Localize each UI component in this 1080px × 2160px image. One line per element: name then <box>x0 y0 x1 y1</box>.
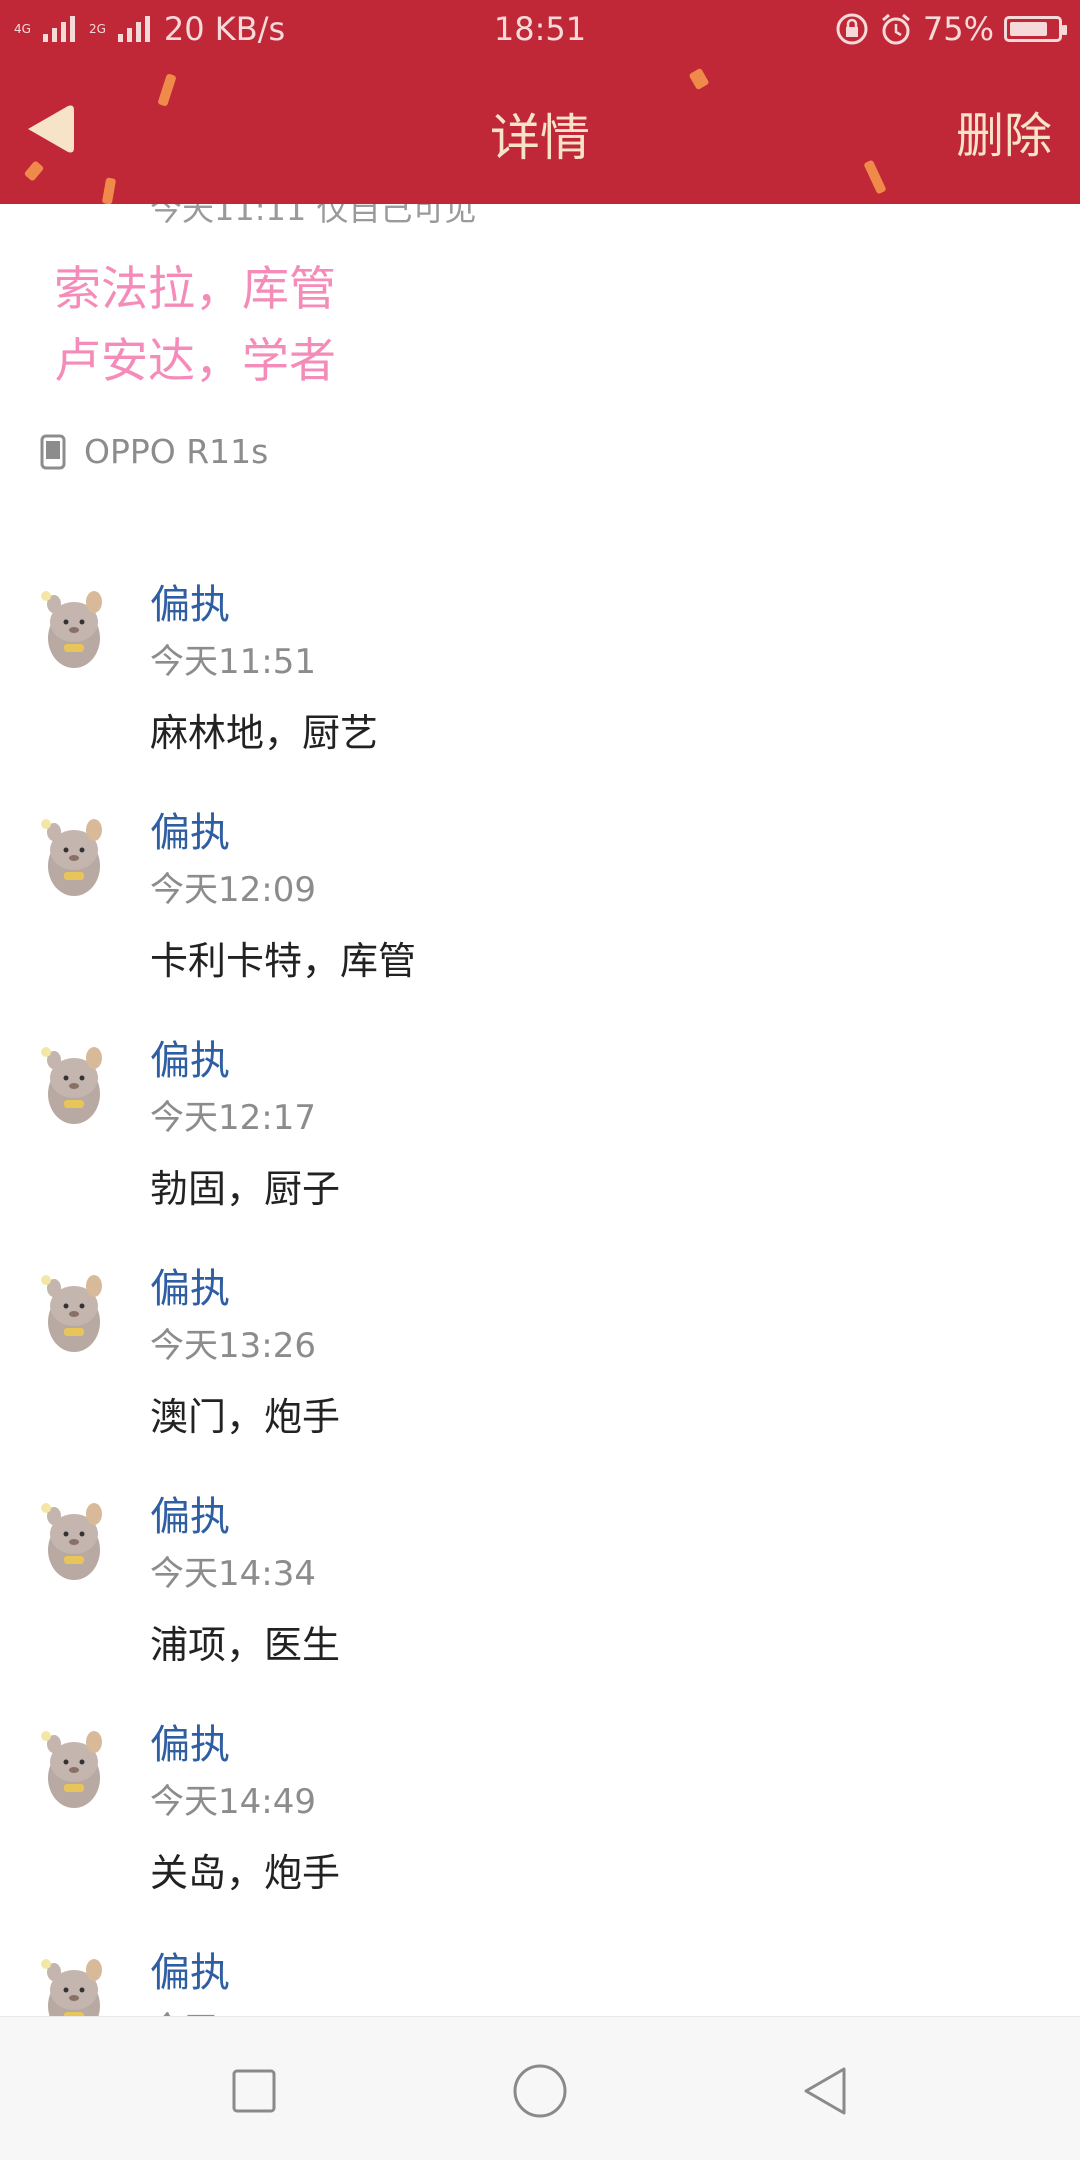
commenter-name[interactable]: 偏执 <box>150 1940 230 1998</box>
post-meta-cut-off: 今天11:11 仅自己可见 <box>150 204 477 228</box>
circle-icon[interactable] <box>504 2055 576 2127</box>
avatar[interactable] <box>34 1266 116 1362</box>
triangle-back-icon[interactable] <box>790 2055 862 2127</box>
comment-time: 今天15:17 <box>150 2002 316 2016</box>
page-title: 详情 <box>490 109 590 167</box>
comment-item[interactable]: 偏执 今天11:51 麻林地，厨艺 <box>0 572 1080 800</box>
status-bar: 4G 2G 20 KB/s 18:51 75% <box>0 0 1080 56</box>
post-line: 卢安达，学者 <box>54 334 336 389</box>
avatar[interactable] <box>34 810 116 906</box>
comment-item[interactable]: 偏执 今天14:49 关岛，炮手 <box>0 1712 1080 1940</box>
comment-time: 今天14:49 <box>150 1782 316 1822</box>
comment-text: 卡利卡特，库管 <box>150 939 417 983</box>
comment-list: 偏执 今天11:51 麻林地，厨艺 偏执 今天12:09 卡利卡特，库管 偏执 … <box>0 572 1080 2016</box>
battery-icon <box>1004 16 1067 42</box>
delete-button[interactable]: 删除 <box>956 96 1052 166</box>
avatar[interactable] <box>34 1038 116 1134</box>
detail-content: 今天11:11 仅自己可见 索法拉，库管 卢安达，学者 OPPO R11s 偏执… <box>0 204 1080 2016</box>
navigation-bar <box>0 2016 1080 2160</box>
comment-text: 关岛，炮手 <box>150 1851 341 1895</box>
device-info: OPPO R11s <box>40 432 268 471</box>
header: 4G 2G 20 KB/s 18:51 75% 详情 删除 <box>0 0 1080 204</box>
avatar[interactable] <box>34 1950 116 2016</box>
comment-text: 勃固，厨子 <box>150 1167 341 1211</box>
square-icon[interactable] <box>218 2055 290 2127</box>
comment-text: 麻林地，厨艺 <box>150 711 379 755</box>
title-bar: 详情 删除 <box>0 56 1080 204</box>
commenter-name[interactable]: 偏执 <box>150 1028 230 1086</box>
comment-item[interactable]: 偏执 今天12:09 卡利卡特，库管 <box>0 800 1080 1028</box>
phone-icon <box>40 434 66 469</box>
comment-time: 今天14:34 <box>150 1554 316 1594</box>
comment-time: 今天12:09 <box>150 870 316 910</box>
device-name: OPPO R11s <box>84 432 269 471</box>
status-right: 75% <box>835 10 1067 48</box>
post-text: 索法拉，库管 卢安达，学者 <box>54 254 336 398</box>
commenter-name[interactable]: 偏执 <box>150 1256 230 1314</box>
avatar[interactable] <box>34 1494 116 1590</box>
comment-time: 今天13:26 <box>150 1326 316 1366</box>
comment-text: 澳门，炮手 <box>150 1395 341 1439</box>
comment-item[interactable]: 偏执 今天15:17 <box>0 1940 1080 2016</box>
commenter-name[interactable]: 偏执 <box>150 1712 230 1770</box>
avatar[interactable] <box>34 582 116 678</box>
comment-item[interactable]: 偏执 今天13:26 澳门，炮手 <box>0 1256 1080 1484</box>
comment-time: 今天11:51 <box>150 642 316 682</box>
lock-rotation-icon <box>836 13 868 45</box>
comment-time: 今天12:17 <box>150 1098 316 1138</box>
avatar[interactable] <box>34 1722 116 1818</box>
post-line: 索法拉，库管 <box>54 262 336 317</box>
comment-item[interactable]: 偏执 今天12:17 勃固，厨子 <box>0 1028 1080 1256</box>
commenter-name[interactable]: 偏执 <box>150 1484 230 1542</box>
comment-item[interactable]: 偏执 今天14:34 浦项，医生 <box>0 1484 1080 1712</box>
comment-text: 浦项，医生 <box>150 1623 341 1667</box>
commenter-name[interactable]: 偏执 <box>150 800 230 858</box>
alarm-icon <box>881 13 910 45</box>
commenter-name[interactable]: 偏执 <box>150 572 230 630</box>
battery-percent: 75% <box>922 10 994 48</box>
